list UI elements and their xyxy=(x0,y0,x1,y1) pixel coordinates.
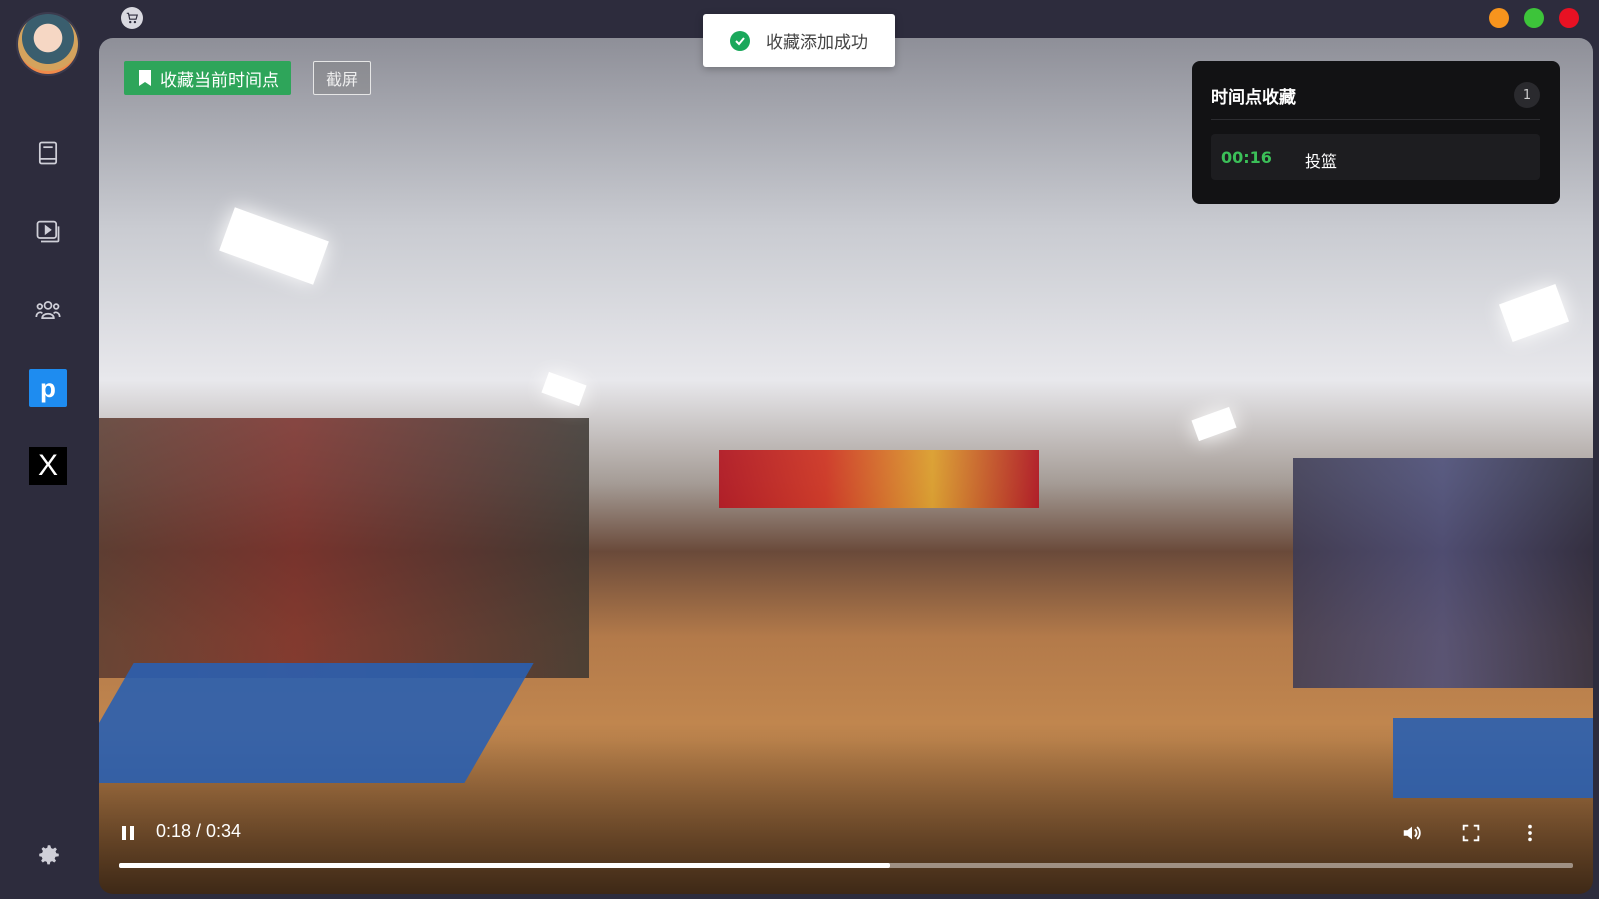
sidebar: p X xyxy=(0,0,97,899)
sidebar-item-community[interactable] xyxy=(28,290,68,330)
screenshot-button[interactable]: 截屏 xyxy=(313,61,371,95)
book-icon xyxy=(38,141,58,165)
favorites-panel-title: 时间点收藏 xyxy=(1211,88,1296,108)
favorite-timepoint-label: 收藏当前时间点 xyxy=(160,70,279,91)
sidebar-item-p-app[interactable]: p xyxy=(28,368,68,408)
video-scene-court-right xyxy=(1393,718,1593,798)
more-vertical-icon xyxy=(1528,824,1532,842)
playback-time: 0:18 / 0:34 xyxy=(156,821,242,841)
avatar[interactable] xyxy=(18,14,78,74)
sidebar-item-x-app[interactable]: X xyxy=(28,446,68,486)
toast-message: 收藏添加成功 xyxy=(766,33,868,53)
bookmark-icon xyxy=(139,70,151,86)
favorite-item-label: 投篮 xyxy=(1305,152,1338,171)
favorites-count-badge: 1 xyxy=(1514,82,1540,108)
player-controls: 0:18 / 0:34 xyxy=(99,804,1593,894)
settings-button[interactable] xyxy=(36,842,62,868)
progress-fill xyxy=(119,863,890,868)
toast-notification: 收藏添加成功 xyxy=(703,14,895,67)
favorite-item[interactable]: 00:16 投篮 xyxy=(1211,134,1540,180)
app-window: p X 收藏当前时间点 截屏 时间点收藏 1 00:16 投篮 0:18 / 0… xyxy=(0,0,1599,899)
video-scene-light xyxy=(1498,283,1570,343)
video-scene-wall-right xyxy=(1293,458,1593,688)
fullscreen-icon xyxy=(1462,824,1480,842)
x-brand-icon: X xyxy=(29,447,67,485)
close-button[interactable] xyxy=(1559,8,1579,28)
pause-button[interactable] xyxy=(117,822,139,844)
fullscreen-button[interactable] xyxy=(1458,820,1484,846)
sidebar-item-library[interactable] xyxy=(28,133,68,173)
cart-button[interactable] xyxy=(121,7,143,29)
video-scene-light xyxy=(541,371,587,407)
video-player[interactable]: 收藏当前时间点 截屏 时间点收藏 1 00:16 投篮 0:18 / 0:34 xyxy=(99,38,1593,894)
volume-icon xyxy=(1403,826,1421,840)
favorites-panel: 时间点收藏 1 00:16 投篮 xyxy=(1192,61,1560,204)
minimize-button[interactable] xyxy=(1489,8,1509,28)
volume-button[interactable] xyxy=(1399,820,1425,846)
check-circle-icon xyxy=(730,30,750,51)
maximize-button[interactable] xyxy=(1524,8,1544,28)
sidebar-item-video[interactable] xyxy=(28,211,68,251)
video-scene-court-left xyxy=(99,663,534,783)
video-scene-banner xyxy=(719,450,1039,508)
video-scene-light xyxy=(219,207,329,285)
more-options-button[interactable] xyxy=(1517,820,1543,846)
cart-icon xyxy=(126,12,139,24)
video-scene-light xyxy=(1191,406,1237,442)
favorite-timepoint-button[interactable]: 收藏当前时间点 xyxy=(124,61,291,95)
community-icon xyxy=(35,300,61,320)
progress-bar[interactable] xyxy=(119,863,1573,868)
divider xyxy=(1211,119,1540,120)
video-icon xyxy=(36,220,60,243)
pause-icon xyxy=(122,826,134,840)
video-scene-wall-left xyxy=(99,418,589,678)
gear-icon xyxy=(39,845,59,865)
p-brand-icon: p xyxy=(29,369,67,407)
favorite-item-time: 00:16 xyxy=(1221,148,1272,167)
